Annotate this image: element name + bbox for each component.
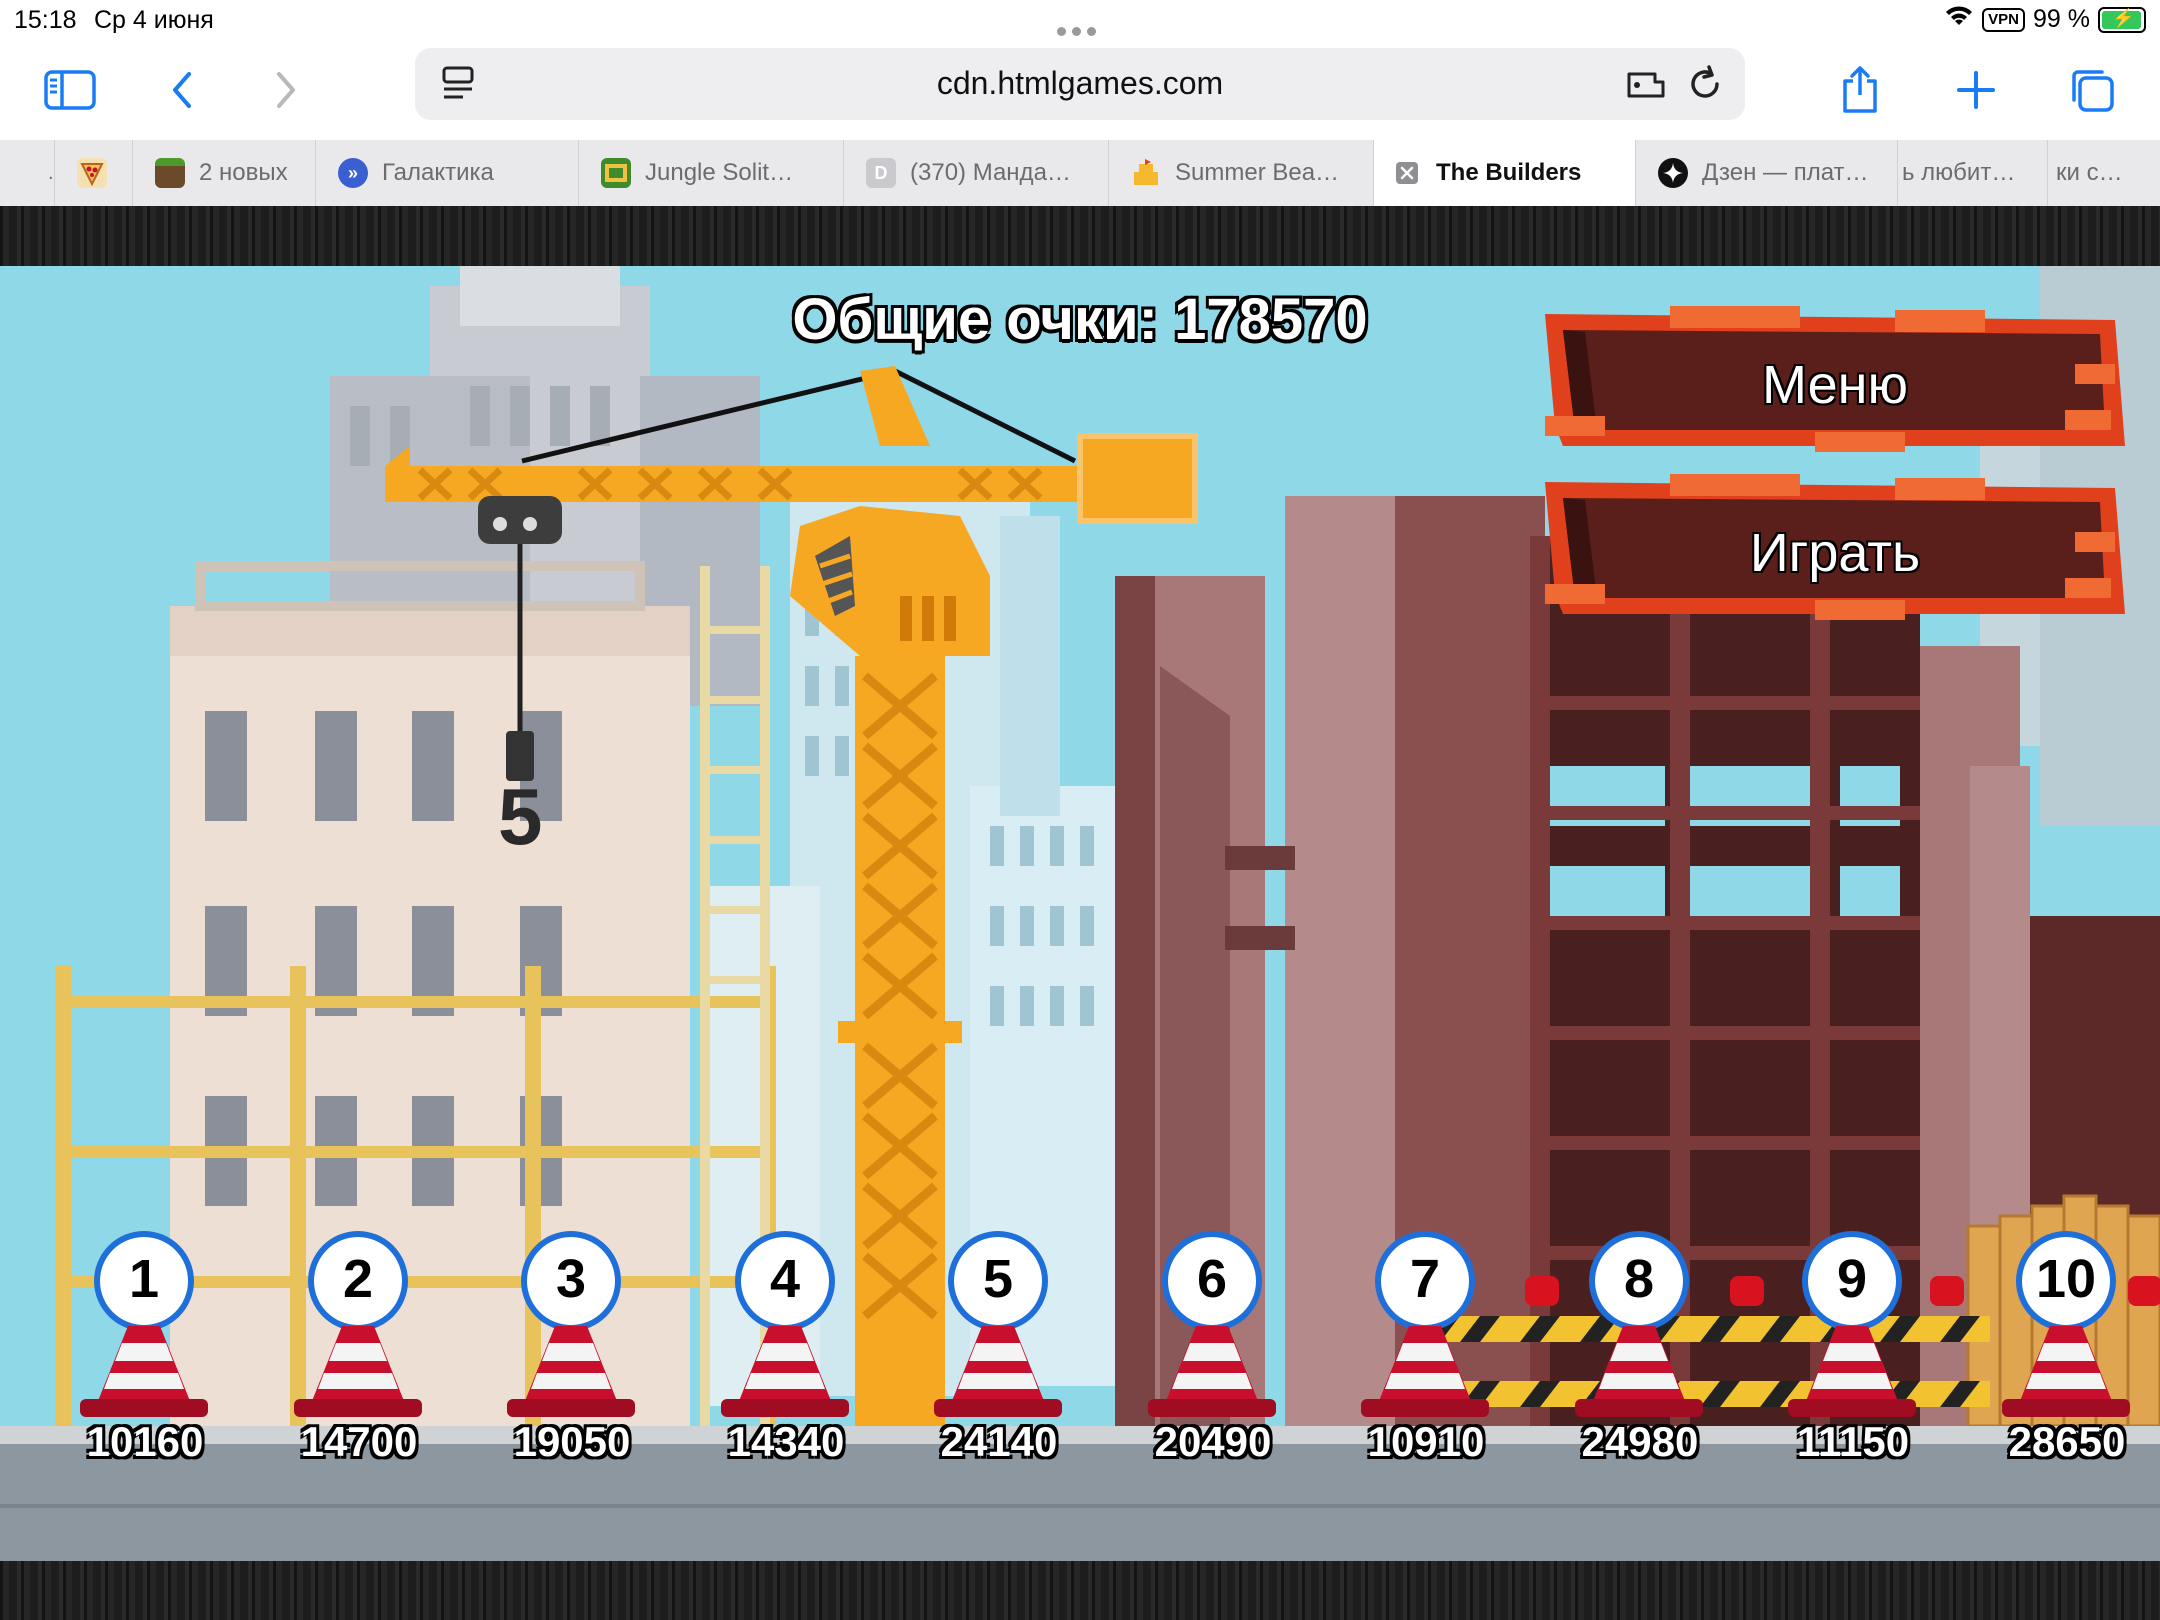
level-score: 10160 [86, 1418, 204, 1465]
level-number: 9 [1836, 1249, 1868, 1309]
level-number: 6 [1196, 1249, 1228, 1309]
tab-label: The Builders [1436, 159, 1582, 186]
url-text: cdn.htmlgames.com [936, 65, 1224, 101]
tab-5[interactable]: Summer Bea… [1109, 140, 1374, 206]
level-number: 7 [1409, 1249, 1441, 1309]
letter-d-favicon: D [866, 158, 896, 188]
tab-4[interactable]: D (370) Манда… [844, 140, 1109, 206]
level-1-cone[interactable]: 1 10160 [70, 1231, 220, 1511]
level-number: 5 [982, 1249, 1014, 1309]
pizza-favicon [77, 158, 107, 188]
tab-label: (370) Манда… [910, 159, 1071, 186]
level-number: 1 [128, 1249, 160, 1309]
level-score: 24140 [940, 1418, 1058, 1465]
menu-button[interactable]: Меню [1545, 306, 2125, 456]
jungle-favicon [601, 158, 631, 188]
level-score: 11150 [1796, 1418, 1910, 1465]
tab-6-active[interactable]: The Builders [1374, 140, 1636, 206]
zen-favicon [1658, 158, 1688, 188]
arrows-favicon: » [338, 158, 368, 188]
reload-icon[interactable] [1687, 64, 1723, 107]
crane-hook: 5 [498, 772, 543, 861]
tab-label: 2 новых [199, 159, 288, 186]
tab-1[interactable]: 2 новых [133, 140, 316, 206]
sandcastle-favicon [1131, 158, 1161, 188]
tab-label: Галактика [382, 159, 494, 186]
tab-label: Дзен — плат… [1702, 159, 1869, 186]
level-score: 19050 [513, 1418, 631, 1465]
tab-2[interactable]: » Галактика [316, 140, 579, 206]
level-8-cone[interactable]: 8 24980 [1565, 1231, 1715, 1511]
multitasking-dots[interactable] [1057, 14, 1103, 36]
level-number: 3 [555, 1249, 587, 1309]
minecraft-favicon [155, 158, 185, 188]
tab-0[interactable] [55, 140, 133, 206]
level-score: 14700 [300, 1418, 418, 1465]
level-number: 2 [342, 1249, 374, 1309]
wood-frame-top [0, 206, 2160, 266]
forward-icon[interactable] [256, 62, 316, 118]
level-4-cone[interactable]: 4 14340 [711, 1231, 861, 1511]
status-date: Ср 4 июня [94, 6, 214, 34]
level-score: 14340 [727, 1418, 845, 1465]
close-icon[interactable] [1392, 158, 1422, 188]
tab-label: ь любит… [1902, 159, 2016, 186]
battery-percent: 99 % [2033, 5, 2090, 33]
level-6-cone[interactable]: 6 20490 [1138, 1231, 1288, 1511]
level-number: 4 [769, 1249, 801, 1309]
tab-label: Jungle Solit… [645, 159, 794, 186]
share-icon[interactable] [1830, 62, 1890, 118]
tab-label: Summer Bea… [1175, 159, 1340, 186]
level-score: 24980 [1581, 1418, 1699, 1465]
menu-button-label: Меню [1762, 355, 1908, 415]
level-2-cone[interactable]: 2 14700 [284, 1231, 434, 1511]
browser-toolbar: cdn.htmlgames.com [0, 40, 2160, 140]
tab-collapsed[interactable]: . [0, 140, 55, 206]
status-time: 15:18 [14, 6, 77, 34]
game-canvas[interactable]: 5 Общие очки: 178570 Меню Играть 1 10160… [0, 266, 2160, 1561]
tab-overview-icon[interactable] [2062, 62, 2122, 118]
sidebar-toggle-icon[interactable] [40, 62, 100, 118]
level-score: 10910 [1367, 1418, 1485, 1465]
wifi-icon [1944, 5, 1974, 34]
level-10-cone[interactable]: 10 28650 [1992, 1231, 2142, 1511]
back-icon[interactable] [152, 62, 212, 118]
new-tab-icon[interactable] [1946, 62, 2006, 118]
status-bar: 15:18 Ср 4 июня VPN 99 % ⚡ [0, 0, 2160, 40]
level-9-cone[interactable]: 9 11150 [1778, 1231, 1928, 1511]
battery-icon: ⚡ [2098, 6, 2146, 33]
tab-8[interactable]: ь любит… [1898, 140, 2048, 206]
tab-7[interactable]: Дзен — плат… [1636, 140, 1898, 206]
level-number: 10 [2035, 1249, 2097, 1309]
tab-label: ки с… [2056, 159, 2123, 186]
level-3-cone[interactable]: 3 19050 [497, 1231, 647, 1511]
level-score: 20490 [1154, 1418, 1272, 1465]
level-5-cone[interactable]: 5 24140 [924, 1231, 1074, 1511]
tab-3[interactable]: Jungle Solit… [579, 140, 844, 206]
vpn-badge: VPN [1982, 7, 2026, 32]
extension-icon[interactable] [1625, 66, 1667, 107]
level-score: 28650 [2008, 1418, 2126, 1465]
address-bar[interactable]: cdn.htmlgames.com [415, 48, 1745, 120]
tab-9[interactable]: ки с… [2048, 140, 2160, 206]
play-button[interactable]: Играть [1545, 474, 2125, 624]
tab-bar: . 2 новых » Галактика Jungle Solit… D (3… [0, 140, 2160, 207]
level-number: 8 [1623, 1249, 1655, 1309]
wood-frame-bottom [0, 1561, 2160, 1620]
level-7-cone[interactable]: 7 10910 [1351, 1231, 1501, 1511]
play-button-label: Играть [1749, 523, 1921, 583]
